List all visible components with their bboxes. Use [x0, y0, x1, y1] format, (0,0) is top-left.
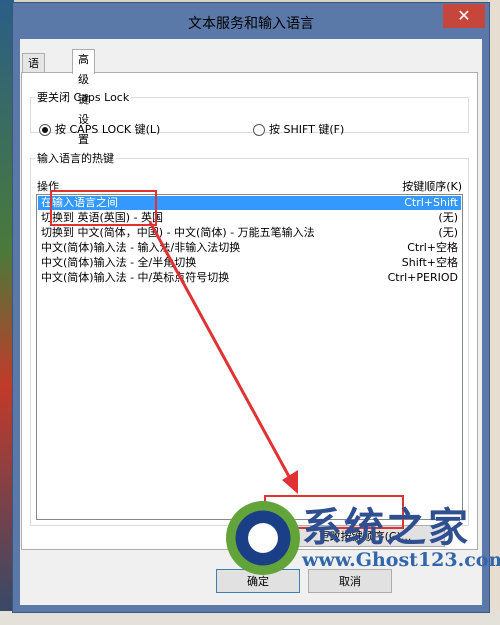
watermark-logo-icon: [226, 501, 300, 575]
watermark: 系统之家 www.Ghost123.com: [218, 495, 500, 595]
watermark-url: www.Ghost123.com: [302, 549, 500, 571]
watermark-title: 系统之家: [302, 504, 470, 551]
tab-advanced-key-settings[interactable]: 高级键设置: [72, 49, 95, 146]
